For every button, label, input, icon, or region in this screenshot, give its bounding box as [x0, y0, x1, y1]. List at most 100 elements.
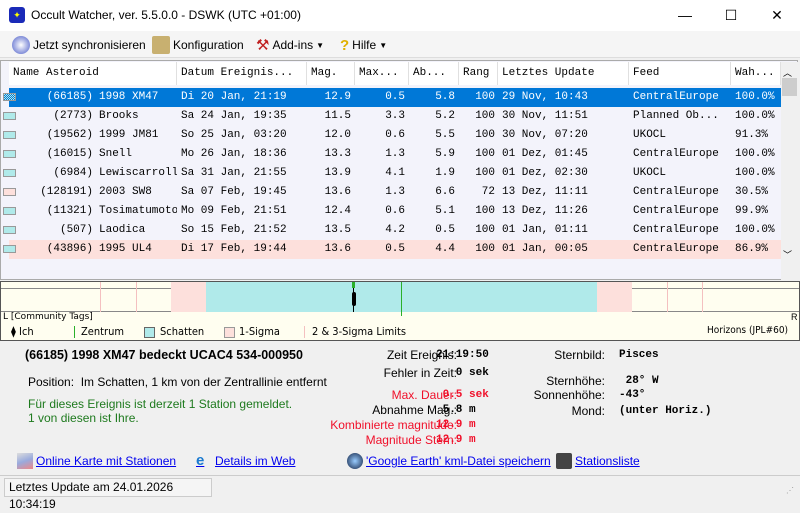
sigma-limit-line — [136, 282, 137, 312]
google-earth-label: 'Google Earth' kml-Datei speichern — [366, 454, 551, 468]
table-row[interactable]: (19562) 1999 JM81 So 25 Jan, 03:20 12.0 0.6 5… — [3, 126, 781, 145]
asteroid-number: (128191) — [40, 186, 93, 198]
cell-update: 30 Nov, 07:20 — [502, 129, 588, 141]
cell-feed: UKOCL — [633, 129, 667, 141]
addins-menu[interactable]: ⚒ Add-ins ▼ — [256, 35, 324, 55]
legend-sigma23: 2 & 3-Sigma Limits — [312, 325, 407, 338]
left-marker: L — [3, 312, 9, 322]
column-header[interactable]: Max... — [355, 62, 409, 85]
cell-name: (6984) Lewiscarroll — [9, 164, 177, 183]
sky-label: Mond: — [571, 404, 605, 418]
my-station-line — [353, 288, 354, 312]
app-icon: ✦ — [9, 7, 25, 23]
table-row[interactable]: (6984) Lewiscarroll Sa 31 Jan, 21:55 13.9 4.… — [3, 164, 781, 183]
column-header[interactable]: Name Asteroid — [9, 62, 177, 85]
cell-ab: 5.5 — [435, 129, 455, 141]
station-list-link[interactable]: Stationsliste — [556, 453, 640, 469]
sky-value: -43° — [619, 389, 646, 401]
sync-button[interactable]: Jetzt synchronisieren — [12, 35, 146, 55]
column-header[interactable]: Datum Ereignis... — [177, 62, 307, 85]
google-earth-link[interactable]: 'Google Earth' kml-Datei speichern — [347, 453, 551, 469]
cell-max: 0.6 — [385, 129, 405, 141]
cell-prob: 30.5% — [735, 186, 769, 198]
cell-ab: 4.4 — [435, 243, 455, 255]
column-header[interactable]: Wah... — [731, 62, 781, 85]
cell-rang: 100 — [475, 205, 495, 217]
asteroid-number: (19562) — [46, 129, 93, 141]
table-row[interactable]: (66185) 1998 XM47 Di 20 Jan, 21:19 12.9 0.5 5… — [3, 88, 781, 107]
cell-feed: UKOCL — [633, 167, 667, 179]
cell-max: 3.3 — [385, 110, 405, 122]
column-header[interactable]: Letztes Update — [498, 62, 629, 85]
sigma1-legend-swatch — [224, 327, 235, 338]
table-row[interactable]: (507) Laodica So 15 Feb, 21:52 13.5 4.2 0.5 10… — [3, 221, 781, 240]
sky-value: 28° W — [619, 375, 659, 387]
sky-label: Sternbild: — [554, 348, 605, 362]
asteroid-name: Tosimatumoto — [99, 205, 177, 217]
cell-max: 4.2 — [385, 224, 405, 236]
cell-name: (19562) 1999 JM81 — [9, 126, 177, 145]
ephemeris-source: Horizons (JPL#60) — [707, 325, 789, 336]
cell-rang: 100 — [475, 91, 495, 103]
shadow-legend-swatch — [144, 327, 155, 338]
asteroid-number: (16015) — [46, 148, 93, 160]
sky-label: Sonnenhöhe: — [533, 388, 605, 402]
cell-rang: 100 — [475, 129, 495, 141]
chevron-down-icon: ▼ — [379, 40, 388, 50]
position-label: Position: — [28, 375, 75, 389]
resize-grip-icon[interactable]: ⋰ — [786, 486, 794, 495]
web-details-link[interactable]: e Details im Web — [196, 453, 295, 469]
sigma-limit-line — [667, 282, 668, 312]
cell-update: 30 Nov, 11:51 — [502, 110, 588, 122]
sigma23-legend-icon — [304, 326, 305, 338]
maximize-button[interactable]: ☐ — [708, 0, 754, 31]
close-button[interactable]: ✕ — [754, 0, 800, 31]
field-label: Magnitude Stern: — [365, 433, 457, 447]
cell-name: (2773) Brooks — [9, 107, 177, 126]
column-header[interactable]: Mag. — [307, 62, 355, 85]
cell-feed: CentralEurope — [633, 205, 719, 217]
cell-prob: 99.9% — [735, 205, 769, 217]
divider — [0, 475, 800, 476]
column-header[interactable]: Ab... — [409, 62, 459, 85]
help-menu[interactable]: ? Hilfe ▼ — [340, 35, 387, 55]
table-row[interactable]: (2773) Brooks Sa 24 Jan, 19:35 11.5 3.3 5.2 10… — [3, 107, 781, 126]
status-bar: Letztes Update am 24.01.2026 10:34:19 — [4, 478, 212, 511]
cell-feed: CentralEurope — [633, 243, 719, 255]
table-row[interactable]: (16015) Snell Mo 26 Jan, 18:36 13.3 1.3 5.9 10… — [3, 145, 781, 164]
column-header[interactable]: Feed — [629, 62, 731, 85]
config-button[interactable]: Konfiguration — [152, 35, 244, 55]
table-row[interactable]: (128191) 2003 SW8 Sa 07 Feb, 19:45 13.6 1.3 6… — [3, 183, 781, 202]
asteroid-number: (43896) — [46, 243, 93, 255]
scroll-thumb[interactable] — [782, 78, 797, 96]
table-row[interactable]: (11321) Tosimatumoto Mo 09 Feb, 21:51 12.4 0… — [3, 202, 781, 221]
cell-date: Sa 31 Jan, 21:55 — [181, 167, 287, 179]
telescope-icon — [556, 453, 572, 469]
minimize-button[interactable]: — — [662, 0, 708, 31]
column-header[interactable]: Rang — [459, 62, 498, 85]
cell-max: 4.1 — [385, 167, 405, 179]
cell-rang: 100 — [475, 148, 495, 160]
cell-rang: 100 — [475, 224, 495, 236]
table-row[interactable]: (43896) 1995 UL4 Di 17 Feb, 19:44 13.6 0.5 4.… — [3, 240, 781, 259]
asteroid-number: (11321) — [46, 205, 93, 217]
position-row: Position: Im Schatten, 1 km von der Zent… — [28, 375, 327, 389]
online-map-label: Online Karte mit Stationen — [36, 454, 177, 468]
scroll-down-icon[interactable]: ﹀ — [783, 248, 792, 261]
cell-feed: CentralEurope — [633, 186, 719, 198]
sigma-limit-line — [702, 282, 703, 312]
cell-prob: 100.0% — [735, 110, 775, 122]
online-map-link[interactable]: Online Karte mit Stationen — [17, 453, 176, 469]
community-tags[interactable]: [Community Tags] — [11, 312, 93, 322]
asteroid-name: Brooks — [99, 110, 139, 122]
field-value: 12.9 m — [436, 434, 476, 446]
cell-feed: Planned Ob... — [633, 110, 719, 122]
cell-prob: 100.0% — [735, 91, 775, 103]
cell-max: 0.5 — [385, 91, 405, 103]
ie-icon: e — [196, 452, 205, 469]
field-value: 12.9 m — [436, 419, 476, 431]
cell-feed: CentralEurope — [633, 148, 719, 160]
field-label: Kombinierte magnitude: — [330, 418, 457, 432]
legend-me-label: Ich — [19, 325, 34, 338]
cell-mag: 13.6 — [324, 243, 351, 255]
